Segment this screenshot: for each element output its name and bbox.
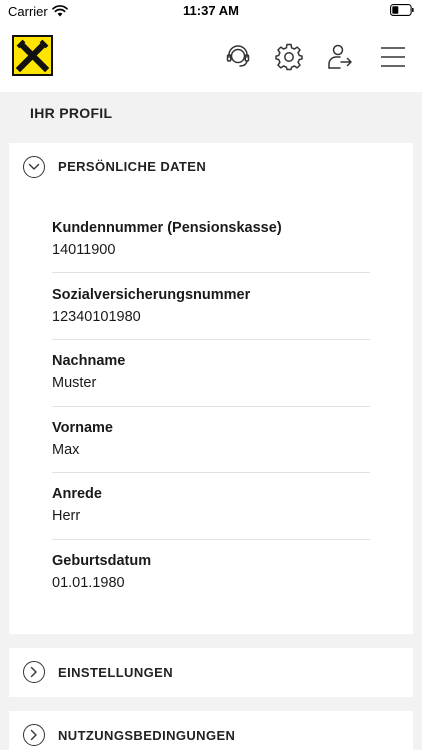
field-value: 14011900	[52, 242, 116, 258]
hamburger-menu-icon[interactable]	[376, 40, 410, 74]
chevron-down-icon[interactable]	[23, 156, 45, 178]
field-label: Geburtsdatum	[52, 553, 152, 569]
field-divider	[52, 539, 370, 540]
field-customer-number: Kundennummer (Pensionskasse) 14011900	[52, 220, 370, 258]
field-social-security-number: Sozialversicherungsnummer 12340101980	[52, 287, 370, 325]
field-divider	[52, 406, 370, 407]
field-first-name: Vorname Max	[52, 420, 370, 458]
raiffeisen-logo-icon[interactable]	[12, 35, 53, 76]
chevron-right-icon[interactable]	[23, 724, 45, 746]
battery-icon	[390, 4, 414, 16]
field-label: Nachname	[52, 353, 126, 369]
field-last-name: Nachname Muster	[52, 353, 370, 391]
field-divider	[52, 272, 370, 273]
field-value: 12340101980	[52, 309, 141, 325]
field-value: Max	[52, 442, 80, 458]
field-label: Anrede	[52, 486, 102, 502]
status-bar: Carrier 11:37 AM	[0, 0, 422, 22]
field-salutation: Anrede Herr	[52, 486, 370, 524]
field-value: 01.01.1980	[52, 575, 125, 591]
gear-icon[interactable]	[272, 40, 306, 74]
field-label: Kundennummer (Pensionskasse)	[52, 220, 282, 236]
page-title: IHR PROFIL	[30, 105, 113, 121]
status-time: 11:37 AM	[183, 3, 239, 18]
user-logout-icon[interactable]	[324, 40, 358, 74]
app-header	[0, 22, 422, 92]
personal-data-card: PERSÖNLICHE DATEN Kundennummer (Pensions…	[9, 143, 413, 634]
chevron-right-icon[interactable]	[23, 661, 45, 683]
field-date-of-birth: Geburtsdatum 01.01.1980	[52, 553, 370, 591]
field-value: Muster	[52, 375, 97, 391]
settings-title[interactable]: EINSTELLUNGEN	[58, 665, 173, 680]
field-label: Sozialversicherungsnummer	[52, 287, 251, 303]
settings-card[interactable]: EINSTELLUNGEN	[9, 648, 413, 697]
terms-card[interactable]: NUTZUNGSBEDINGUNGEN	[9, 711, 413, 750]
field-divider	[52, 472, 370, 473]
headset-icon[interactable]	[221, 40, 255, 74]
field-value: Herr	[52, 508, 81, 524]
field-divider	[52, 339, 370, 340]
terms-title[interactable]: NUTZUNGSBEDINGUNGEN	[58, 728, 235, 743]
personal-data-title[interactable]: PERSÖNLICHE DATEN	[58, 159, 206, 174]
field-label: Vorname	[52, 420, 113, 436]
